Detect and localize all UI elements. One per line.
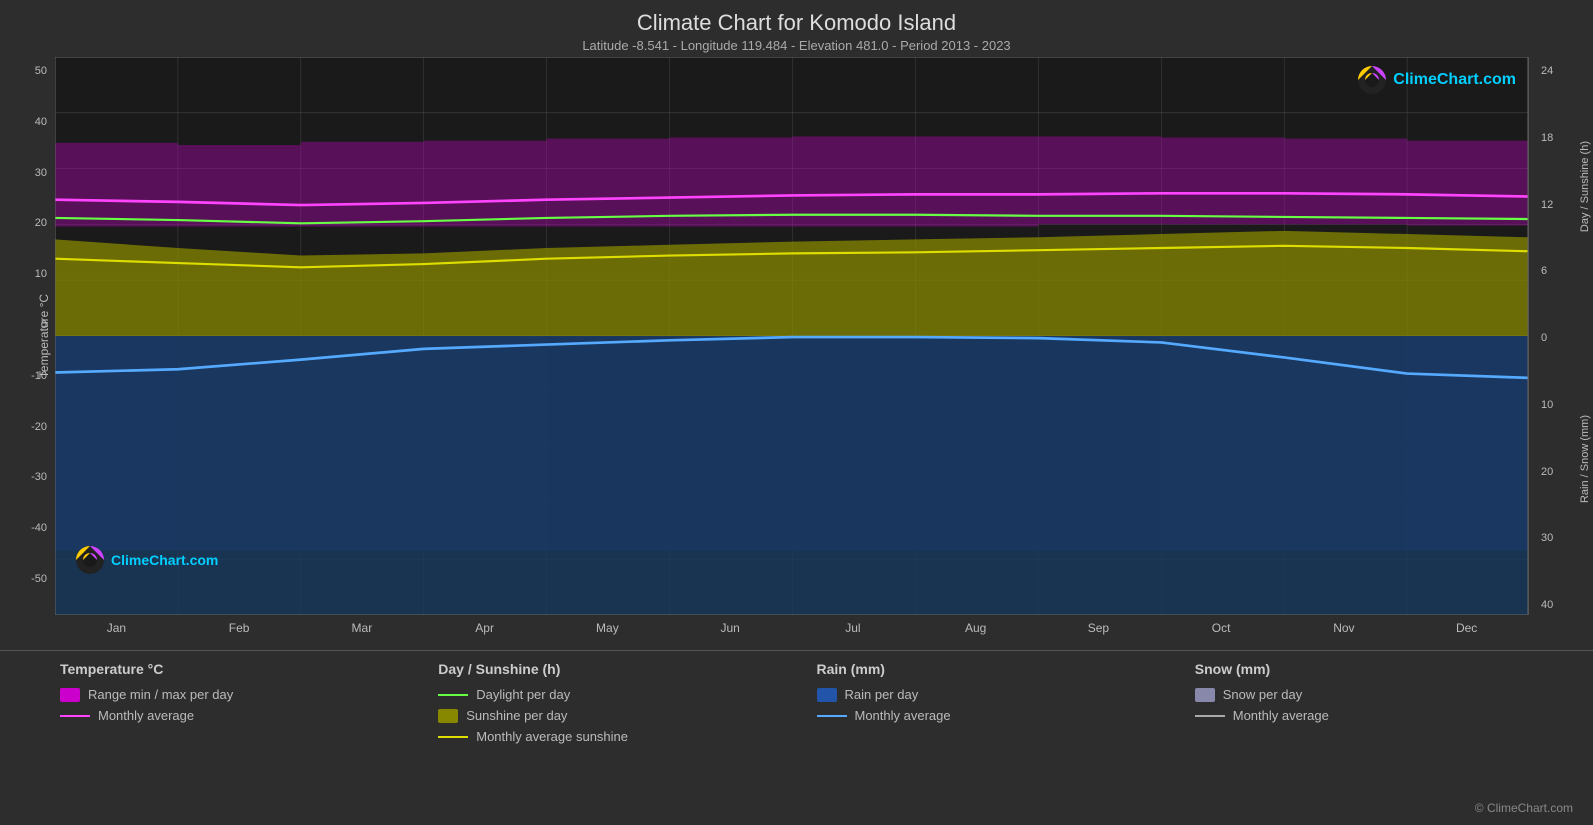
legend-title-snow: Snow (mm) — [1195, 661, 1573, 677]
y-tick-n40: -40 — [0, 522, 51, 534]
x-axis-area: JanFebMarAprMayJunJulAugSepOctNovDec — [55, 615, 1528, 650]
y-axis-left: 50 40 30 20 10 0 -10 -20 -30 -40 -50 Tem… — [0, 57, 55, 615]
legend-swatch-snow — [1195, 688, 1215, 702]
y-axis-right-top: 24 18 12 6 0 10 20 30 40 Day / Sunshine … — [1528, 57, 1593, 615]
legend-title-sunshine: Day / Sunshine (h) — [438, 661, 816, 677]
logo-top-right: ClimeChart.com — [1357, 65, 1516, 95]
logo-text-top: ClimeChart.com — [1393, 71, 1516, 89]
x-tick-nov: Nov — [1283, 615, 1406, 650]
legend-line-snow-avg — [1195, 715, 1225, 717]
y-tick-r-40: 40 — [1537, 599, 1589, 611]
x-tick-dec: Dec — [1405, 615, 1528, 650]
x-tick-mar: Mar — [301, 615, 424, 650]
y-tick-50: 50 — [0, 65, 51, 77]
y-axis-left-label: Temperature °C — [37, 294, 51, 378]
x-tick-feb: Feb — [178, 615, 301, 650]
legend-section-rain: Rain (mm) Rain per day Monthly average — [817, 661, 1195, 815]
x-tick-jun: Jun — [669, 615, 792, 650]
legend-area: Temperature °C Range min / max per day M… — [0, 650, 1593, 825]
legend-item-sunshine: Sunshine per day — [438, 708, 816, 723]
legend-section-temp: Temperature °C Range min / max per day M… — [60, 661, 438, 815]
y-tick-30: 30 — [0, 167, 51, 179]
chart-container: Climate Chart for Komodo Island Latitude… — [0, 0, 1593, 825]
legend-label-sunshine-avg: Monthly average sunshine — [476, 729, 628, 744]
climechart-logo-icon-bottom — [75, 545, 105, 575]
legend-label-snow: Snow per day — [1223, 687, 1303, 702]
legend-section-sunshine: Day / Sunshine (h) Daylight per day Suns… — [438, 661, 816, 815]
chart-svg — [55, 57, 1528, 615]
legend-label-temp-avg: Monthly average — [98, 708, 194, 723]
y-tick-10: 10 — [0, 268, 51, 280]
legend-label-daylight: Daylight per day — [476, 687, 570, 702]
legend-line-daylight — [438, 694, 468, 696]
y-axis-right-rain-label: Rain / Snow (mm) — [1579, 415, 1591, 503]
x-tick-oct: Oct — [1160, 615, 1283, 650]
x-tick-may: May — [546, 615, 669, 650]
legend-line-rain-avg — [817, 715, 847, 717]
legend-label-rain: Rain per day — [845, 687, 919, 702]
y-axis-right: 24 18 12 6 0 10 20 30 40 Day / Sunshine … — [1528, 57, 1593, 615]
x-tick-jan: Jan — [55, 615, 178, 650]
copyright-text: © ClimeChart.com — [1195, 781, 1573, 815]
y-tick-r-6: 6 — [1537, 265, 1589, 277]
legend-swatch-sunshine — [438, 709, 458, 723]
chart-subtitle: Latitude -8.541 - Longitude 119.484 - El… — [0, 38, 1593, 53]
legend-item-temp-avg: Monthly average — [60, 708, 438, 723]
legend-label-rain-avg: Monthly average — [855, 708, 951, 723]
legend-item-daylight: Daylight per day — [438, 687, 816, 702]
logo-text-bottom: ClimeChart.com — [111, 552, 218, 568]
y-tick-20: 20 — [0, 217, 51, 229]
legend-item-snow-avg: Monthly average — [1195, 708, 1573, 723]
y-tick-n20: -20 — [0, 421, 51, 433]
climechart-logo-icon — [1357, 65, 1387, 95]
legend-item-sunshine-avg: Monthly average sunshine — [438, 729, 816, 744]
title-area: Climate Chart for Komodo Island Latitude… — [0, 0, 1593, 57]
legend-swatch-rain — [817, 688, 837, 702]
chart-area: ClimeChart.com ClimeChart.com — [55, 57, 1528, 615]
chart-main: 50 40 30 20 10 0 -10 -20 -30 -40 -50 Tem… — [0, 57, 1593, 615]
legend-line-temp-avg — [60, 715, 90, 717]
legend-item-temp-range: Range min / max per day — [60, 687, 438, 702]
legend-swatch-temp-range — [60, 688, 80, 702]
y-tick-r-30: 30 — [1537, 532, 1589, 544]
y-tick-n30: -30 — [0, 471, 51, 483]
x-tick-sep: Sep — [1037, 615, 1160, 650]
y-axis-right-sunshine-label: Day / Sunshine (h) — [1579, 141, 1591, 232]
legend-item-rain: Rain per day — [817, 687, 1195, 702]
y-tick-40: 40 — [0, 116, 51, 128]
logo-bottom-left: ClimeChart.com — [75, 545, 218, 575]
legend-item-snow: Snow per day — [1195, 687, 1573, 702]
x-tick-apr: Apr — [423, 615, 546, 650]
legend-label-temp-range: Range min / max per day — [88, 687, 233, 702]
legend-label-snow-avg: Monthly average — [1233, 708, 1329, 723]
legend-label-sunshine: Sunshine per day — [466, 708, 567, 723]
legend-section-snow: Snow (mm) Snow per day Monthly average ©… — [1195, 661, 1573, 815]
legend-line-sunshine-avg — [438, 736, 468, 738]
legend-title-rain: Rain (mm) — [817, 661, 1195, 677]
y-tick-r-10: 10 — [1537, 399, 1589, 411]
y-tick-r-0: 0 — [1537, 332, 1589, 344]
x-tick-aug: Aug — [914, 615, 1037, 650]
chart-title: Climate Chart for Komodo Island — [0, 10, 1593, 36]
y-tick-n50: -50 — [0, 573, 51, 585]
x-tick-jul: Jul — [792, 615, 915, 650]
legend-title-temp: Temperature °C — [60, 661, 438, 677]
y-tick-r-24: 24 — [1537, 65, 1589, 77]
legend-item-rain-avg: Monthly average — [817, 708, 1195, 723]
